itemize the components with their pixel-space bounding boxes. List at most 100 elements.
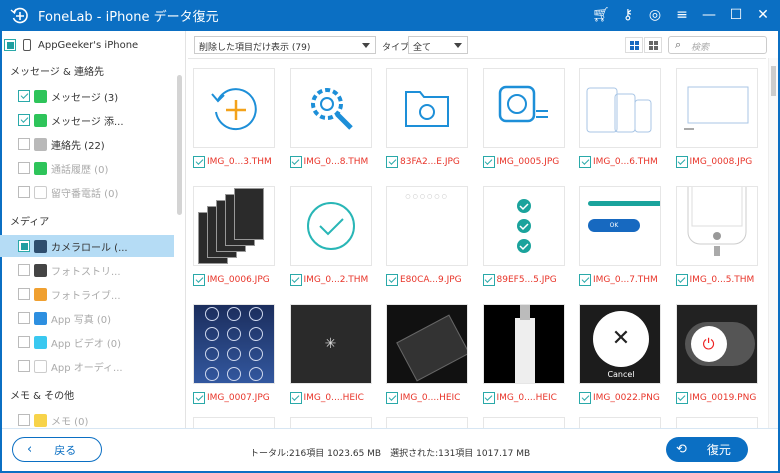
file-item[interactable]: IMG_0...3.THM (189, 59, 279, 169)
large-grid-view-button[interactable] (625, 37, 643, 53)
type-dropdown[interactable]: 全て (408, 36, 468, 54)
file-checkbox[interactable] (386, 274, 398, 286)
thumbnail-dots[interactable]: ○○○○○○ (386, 186, 468, 266)
sidebar-item-checkbox[interactable] (18, 414, 30, 426)
sidebar-item-checkbox[interactable] (18, 240, 30, 252)
sidebar-item[interactable]: 連絡先 (22) (0, 133, 105, 155)
sidebar-item-checkbox[interactable] (18, 114, 30, 126)
file-checkbox[interactable] (676, 392, 688, 404)
file-item[interactable]: 89EF5...5.JPG (479, 177, 569, 287)
file-item[interactable]: ✕CancelIMG_0022.PNG (575, 295, 665, 405)
file-item[interactable]: IMG_0007.JPG (189, 295, 279, 405)
file-item[interactable]: ⏻IMG_0019.PNG (672, 295, 762, 405)
small-grid-view-button[interactable] (644, 37, 662, 53)
file-checkbox[interactable] (579, 156, 591, 168)
file-item[interactable] (479, 413, 569, 428)
sidebar-item[interactable]: 留守番電話 (0) (0, 181, 118, 203)
file-checkbox[interactable] (290, 392, 302, 404)
recover-button[interactable]: ⟲復元 (666, 437, 748, 462)
back-button[interactable]: ‹戻る (12, 437, 102, 462)
file-checkbox[interactable] (579, 274, 591, 286)
cart-icon[interactable]: 🛒︎ (592, 6, 610, 24)
thumbnail-blank[interactable] (386, 417, 468, 428)
thumbnail-folder[interactable] (386, 68, 468, 148)
sidebar-item[interactable]: 通話履歴 (0) (0, 157, 108, 179)
thumbnail-monitor[interactable] (676, 68, 758, 148)
thumbnail-restore[interactable] (193, 68, 275, 148)
thumbnail-ipad[interactable] (386, 304, 468, 384)
minimize-icon[interactable]: — (700, 6, 718, 24)
sidebar-item-checkbox[interactable] (18, 90, 30, 102)
file-item[interactable] (286, 413, 376, 428)
file-checkbox[interactable] (290, 274, 302, 286)
thumbnail-check[interactable] (290, 186, 372, 266)
file-checkbox[interactable] (386, 156, 398, 168)
file-item[interactable]: OKIMG_0...7.THM (575, 177, 665, 287)
sidebar-item[interactable]: メモ (0) (0, 409, 88, 428)
sidebar-item[interactable]: フォトライブ... (0, 283, 121, 305)
file-item[interactable]: 83FA2...E.JPG (382, 59, 472, 169)
file-item[interactable]: IMG_0005.JPG (479, 59, 569, 169)
sidebar-scrollbar[interactable] (177, 75, 182, 215)
file-checkbox[interactable] (193, 156, 205, 168)
thumbnail-blank[interactable] (193, 417, 275, 428)
file-item[interactable] (189, 413, 279, 428)
file-checkbox[interactable] (483, 392, 495, 404)
file-item[interactable] (382, 413, 472, 428)
sidebar-item-checkbox[interactable] (18, 360, 30, 372)
thumbnail-blank[interactable] (676, 417, 758, 428)
thumbnail-whatsapp[interactable] (483, 68, 565, 148)
file-checkbox[interactable] (193, 392, 205, 404)
thumbnail-ok[interactable]: OK (579, 186, 661, 266)
device-item[interactable]: AppGeeker's iPhone (4, 34, 138, 56)
file-checkbox[interactable] (483, 156, 495, 168)
sidebar-item[interactable]: App オーディ... (0, 355, 123, 377)
thumbnail-blank[interactable] (579, 417, 661, 428)
thumbnail-keypad[interactable] (193, 304, 275, 384)
file-checkbox[interactable] (290, 156, 302, 168)
file-item[interactable]: ✳IMG_0....HEIC (286, 295, 376, 405)
sidebar-item[interactable]: メッセージ 添... (0, 109, 124, 131)
file-item[interactable]: IMG_0...5.THM (672, 177, 762, 287)
sidebar-item[interactable]: App 写真 (0) (0, 307, 111, 329)
file-checkbox[interactable] (483, 274, 495, 286)
thumbnail-screens[interactable] (193, 186, 275, 266)
close-icon[interactable]: ✕ (754, 6, 772, 24)
sidebar-item[interactable]: フォトストリ... (0, 259, 121, 281)
thumbnail-cancel[interactable]: ✕Cancel (579, 304, 661, 384)
file-item[interactable]: IMG_0....HEIC (479, 295, 569, 405)
chat-icon[interactable]: ◎ (646, 6, 664, 24)
thumbnail-blank[interactable] (290, 417, 372, 428)
sidebar-item-checkbox[interactable] (18, 138, 30, 150)
thumbnail-checks[interactable] (483, 186, 565, 266)
maximize-icon[interactable]: ☐ (727, 6, 745, 24)
file-checkbox[interactable] (386, 392, 398, 404)
sidebar-item-checkbox[interactable] (18, 288, 30, 300)
file-checkbox[interactable] (676, 274, 688, 286)
thumbnail-gear[interactable] (290, 68, 372, 148)
thumbnail-power[interactable]: ⏻ (676, 304, 758, 384)
thumbnail-devices[interactable] (579, 68, 661, 148)
sidebar-item-checkbox[interactable] (18, 336, 30, 348)
file-item[interactable]: ○○○○○○E80CA...9.JPG (382, 177, 472, 287)
file-checkbox[interactable] (676, 156, 688, 168)
file-item[interactable]: IMG_0...2.THM (286, 177, 376, 287)
sidebar-item[interactable]: App ビデオ (0) (0, 331, 121, 353)
file-item[interactable] (575, 413, 665, 428)
thumbnail-blank[interactable] (483, 417, 565, 428)
sidebar-item-checkbox[interactable] (18, 162, 30, 174)
menu-icon[interactable]: ≡ (673, 6, 691, 24)
filter-dropdown[interactable]: 削除した項目だけ表示 (79) (194, 36, 376, 54)
file-item[interactable]: IMG_0....HEIC (382, 295, 472, 405)
file-checkbox[interactable] (193, 274, 205, 286)
sidebar-item[interactable]: カメラロール (... (0, 235, 174, 257)
device-checkbox[interactable] (4, 39, 16, 51)
file-item[interactable] (672, 413, 762, 428)
file-item[interactable]: IMG_0...8.THM (286, 59, 376, 169)
file-item[interactable]: IMG_0008.JPG (672, 59, 762, 169)
sidebar-item[interactable]: メッセージ (3) (0, 85, 118, 107)
file-item[interactable]: IMG_0...6.THM (575, 59, 665, 169)
file-checkbox[interactable] (579, 392, 591, 404)
sidebar-item-checkbox[interactable] (18, 264, 30, 276)
sidebar-item-checkbox[interactable] (18, 312, 30, 324)
